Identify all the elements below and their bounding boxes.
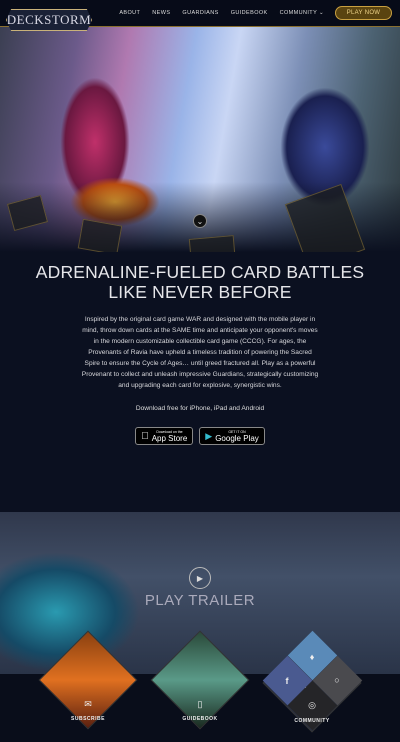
hero-banner: ⌄ [0,27,400,252]
play-icon: ▶ [196,573,204,583]
nav-about[interactable]: ABOUT [119,10,140,16]
download-text: Download free for iPhone, iPad and Andro… [135,405,265,412]
scroll-down-button[interactable]: ⌄ [193,214,207,228]
forum-icon: ○ [334,675,340,685]
app-store-button[interactable]: Download on theApp Store [135,427,194,445]
play-now-button[interactable]: PLAY NOW [335,6,392,20]
nav-community[interactable]: COMMUNITY ⌄ [280,10,324,16]
chevron-down-icon: ⌄ [196,216,204,226]
google-play-icon: ▶ [201,430,212,441]
description: Inspired by the original card game WAR a… [81,316,319,389]
deckstorm-logo[interactable]: DECKSTORM [6,9,92,31]
play-trailer-label[interactable]: PLAY TRAILER [0,592,400,609]
nav-news[interactable]: NEWS [152,10,170,16]
book-icon: ▯ [197,699,203,709]
chevron-down-icon: ⌄ [318,10,324,16]
top-nav: DECKSTORM ABOUT NEWS GUARDIANS GUIDEBOOK… [0,0,400,31]
facebook-icon: f [285,676,289,686]
envelope-icon: ✉ [84,699,92,709]
intro-section: ADRENALINE-FUELED CARD BATTLES LIKE NEVER… [0,252,400,512]
page-title: ADRENALINE-FUELED CARD BATTLES LIKE NEVER… [35,262,365,302]
google-play-button[interactable]: ▶ GET IT ON Google Play [199,427,265,445]
nav-guardians[interactable]: GUARDIANS [182,10,218,16]
play-trailer-button[interactable]: ▶ [189,567,211,589]
community-icon: ◎ [308,700,316,710]
twitter-icon: ♦ [309,652,315,662]
card-art [188,235,237,252]
apple-icon:  [141,431,149,442]
card-art [77,218,123,252]
nav-guidebook[interactable]: GUIDEBOOK [231,10,268,16]
